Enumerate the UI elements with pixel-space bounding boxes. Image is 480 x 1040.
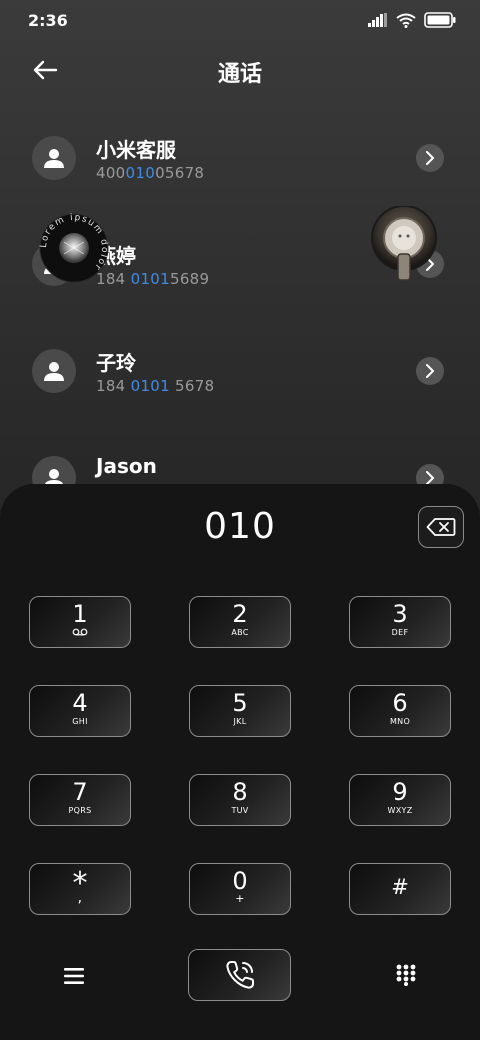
contact-detail-button[interactable] xyxy=(416,144,444,172)
key-digit: # xyxy=(391,875,409,899)
contact-detail-button[interactable] xyxy=(416,357,444,385)
contact-name: Jason xyxy=(96,454,157,478)
person-icon xyxy=(44,149,64,168)
contact-number: 40001005678 xyxy=(96,164,204,182)
person-icon xyxy=(44,362,64,381)
avatar xyxy=(32,349,76,393)
contact-number: 184 01015689 xyxy=(96,270,209,288)
contact-row[interactable]: 子玲 184 0101 5678 xyxy=(0,333,480,413)
wifi-icon xyxy=(396,13,416,28)
key-letters: + xyxy=(235,892,245,905)
number-part: 05678 xyxy=(155,164,205,182)
key-digit: 0 xyxy=(232,867,248,895)
contact-row[interactable]: 小米客服 40001005678 xyxy=(0,120,480,200)
dialer-panel: 010 1 2 ABC 3 DEF 4 GHI 5 JKL 6 MNO 7 PQ… xyxy=(0,484,480,1040)
key-star[interactable]: * , xyxy=(29,863,131,915)
key-letters: PQRS xyxy=(68,806,92,815)
status-icons xyxy=(368,12,456,28)
call-button[interactable] xyxy=(188,949,291,1001)
keypad-icon xyxy=(396,964,416,986)
key-digit: 8 xyxy=(232,778,248,806)
number-match: 010 xyxy=(125,164,156,182)
chevron-right-icon xyxy=(426,364,434,378)
key-digit: 6 xyxy=(392,689,408,717)
header: 通话 xyxy=(0,48,480,92)
signal-icon xyxy=(368,13,387,27)
voicemail-icon xyxy=(72,628,88,636)
battery-icon xyxy=(424,12,456,28)
menu-button[interactable] xyxy=(56,960,92,992)
key-letters: WXYZ xyxy=(387,806,413,815)
number-part: 5678 xyxy=(169,377,215,395)
key-5[interactable]: 5 JKL xyxy=(189,685,291,737)
key-7[interactable]: 7 PQRS xyxy=(29,774,131,826)
key-0[interactable]: 0 + xyxy=(189,863,291,915)
keypad-toggle-button[interactable] xyxy=(388,958,424,992)
phone-call-icon xyxy=(225,961,254,989)
key-letters: JKL xyxy=(233,717,247,726)
key-4[interactable]: 4 GHI xyxy=(29,685,131,737)
number-match: 0101 xyxy=(130,270,170,288)
backspace-icon xyxy=(426,518,456,536)
page-title: 通话 xyxy=(217,62,262,87)
key-digit: 2 xyxy=(232,600,248,628)
key-letters: GHI xyxy=(72,717,88,726)
key-letters: MNO xyxy=(389,717,411,726)
contact-name: 小米客服 xyxy=(96,138,176,162)
status-bar: 2:36 xyxy=(0,0,480,40)
key-letters: TUV xyxy=(231,806,249,815)
key-digit: 9 xyxy=(392,778,408,806)
key-1[interactable]: 1 xyxy=(29,596,131,648)
avatar xyxy=(32,136,76,180)
key-digit: 7 xyxy=(72,778,88,806)
key-2[interactable]: 2 ABC xyxy=(189,596,291,648)
key-digit: 1 xyxy=(72,600,88,628)
key-digit: 4 xyxy=(72,689,88,717)
key-8[interactable]: 8 TUV xyxy=(189,774,291,826)
backspace-button[interactable] xyxy=(418,506,464,548)
number-part: 400 xyxy=(96,164,126,182)
dial-input[interactable]: 010 xyxy=(0,506,480,547)
menu-icon xyxy=(64,968,84,984)
key-digit: 5 xyxy=(232,689,248,717)
key-6[interactable]: 6 MNO xyxy=(349,685,451,737)
key-letters: , xyxy=(77,890,83,906)
key-hash[interactable]: # xyxy=(349,863,451,915)
chevron-right-icon xyxy=(426,151,434,165)
contact-number: 184 0101 5678 xyxy=(96,377,214,395)
status-time: 2:36 xyxy=(28,11,68,30)
key-letters: DEF xyxy=(391,628,409,637)
disc-sticker-icon: Lorem ipsum dolor xyxy=(39,213,109,283)
contact-name: 子玲 xyxy=(96,351,136,375)
chevron-right-icon xyxy=(426,471,434,485)
key-9[interactable]: 9 WXYZ xyxy=(349,774,451,826)
number-part: 184 xyxy=(96,377,131,395)
key-letters: ABC xyxy=(231,628,249,637)
key-3[interactable]: 3 DEF xyxy=(349,596,451,648)
number-match: 0101 xyxy=(130,377,170,395)
speaker-sticker-icon xyxy=(371,206,437,281)
key-digit: 3 xyxy=(392,600,408,628)
number-part: 5689 xyxy=(169,270,210,288)
